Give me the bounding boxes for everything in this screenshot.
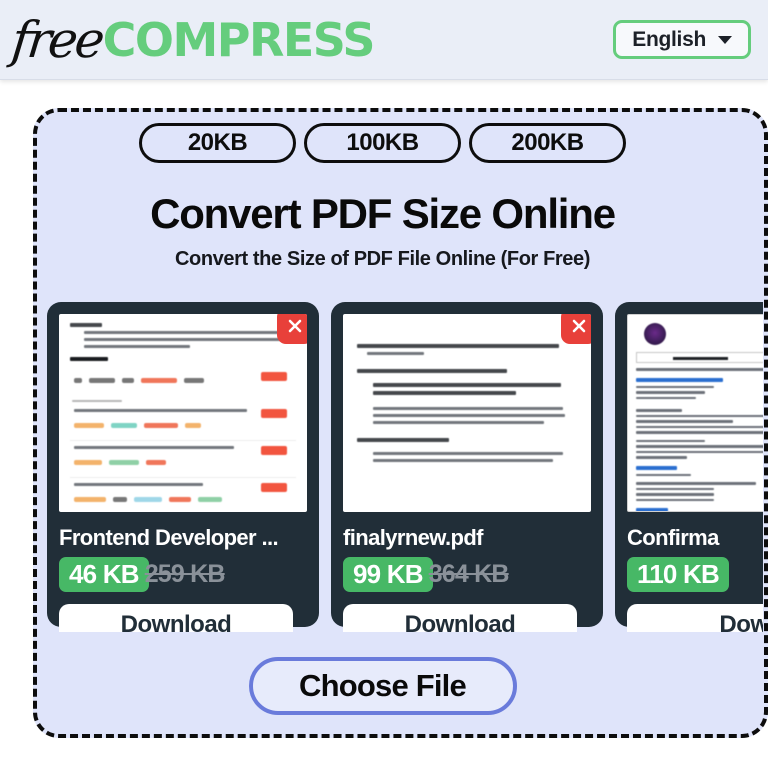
remove-file-button[interactable] [561,314,591,344]
document-preview-objectives [343,314,591,512]
file-card-list: Frontend Developer ... 46 KB 259 KB Down… [47,302,763,632]
file-preview-thumbnail[interactable] [59,314,307,512]
file-size-group: 99 KB 364 KB [343,557,591,592]
logo-text-free: free [8,11,105,69]
choose-file-area: Choose File [37,657,728,715]
language-label: English [632,27,706,51]
document-preview-application-form [628,315,763,511]
form-seal-icon [644,323,666,345]
size-preset-chips: 20KB 100KB 200KB [37,123,728,163]
size-chip-20kb[interactable]: 20KB [139,123,296,163]
download-button[interactable]: Download [343,604,577,632]
remove-file-button[interactable] [277,314,307,344]
file-preview-thumbnail[interactable] [627,314,763,512]
file-preview-thumbnail[interactable] [343,314,591,512]
site-header: free COMPRESS English [0,0,768,80]
original-size: 364 KB [428,560,510,588]
file-name: Frontend Developer ... [59,525,279,550]
file-card: Confirma 110 KB Dow [615,302,763,632]
download-button[interactable]: Dow [627,604,763,632]
page-subtitle: Convert the Size of PDF File Online (For… [175,248,590,270]
compressed-size-badge: 99 KB [343,557,433,592]
file-name: Confirma [627,525,719,550]
download-button[interactable]: Download [59,604,293,632]
original-size: 259 KB [144,560,226,588]
compressed-size-badge: 46 KB [59,557,149,592]
language-selector[interactable]: English [613,20,751,59]
file-name: finalyrnew.pdf [343,525,484,550]
file-size-group: 110 KB [627,557,763,592]
size-chip-100kb[interactable]: 100KB [304,123,461,163]
page-title: Convert PDF Size Online [150,190,616,237]
document-preview-assignment [59,314,307,512]
logo-text-compress: COMPRESS [102,13,376,67]
chevron-down-icon [718,35,732,44]
file-card: finalyrnew.pdf 99 KB 364 KB Download [331,302,603,632]
logo[interactable]: free COMPRESS [8,10,376,70]
size-chip-200kb[interactable]: 200KB [469,123,626,163]
file-dropzone[interactable]: 20KB 100KB 200KB Convert PDF Size Online… [33,108,768,738]
choose-file-button[interactable]: Choose File [248,657,517,715]
file-size-group: 46 KB 259 KB [59,557,307,592]
compressed-size-badge: 110 KB [627,557,729,592]
file-card: Frontend Developer ... 46 KB 259 KB Down… [47,302,319,632]
